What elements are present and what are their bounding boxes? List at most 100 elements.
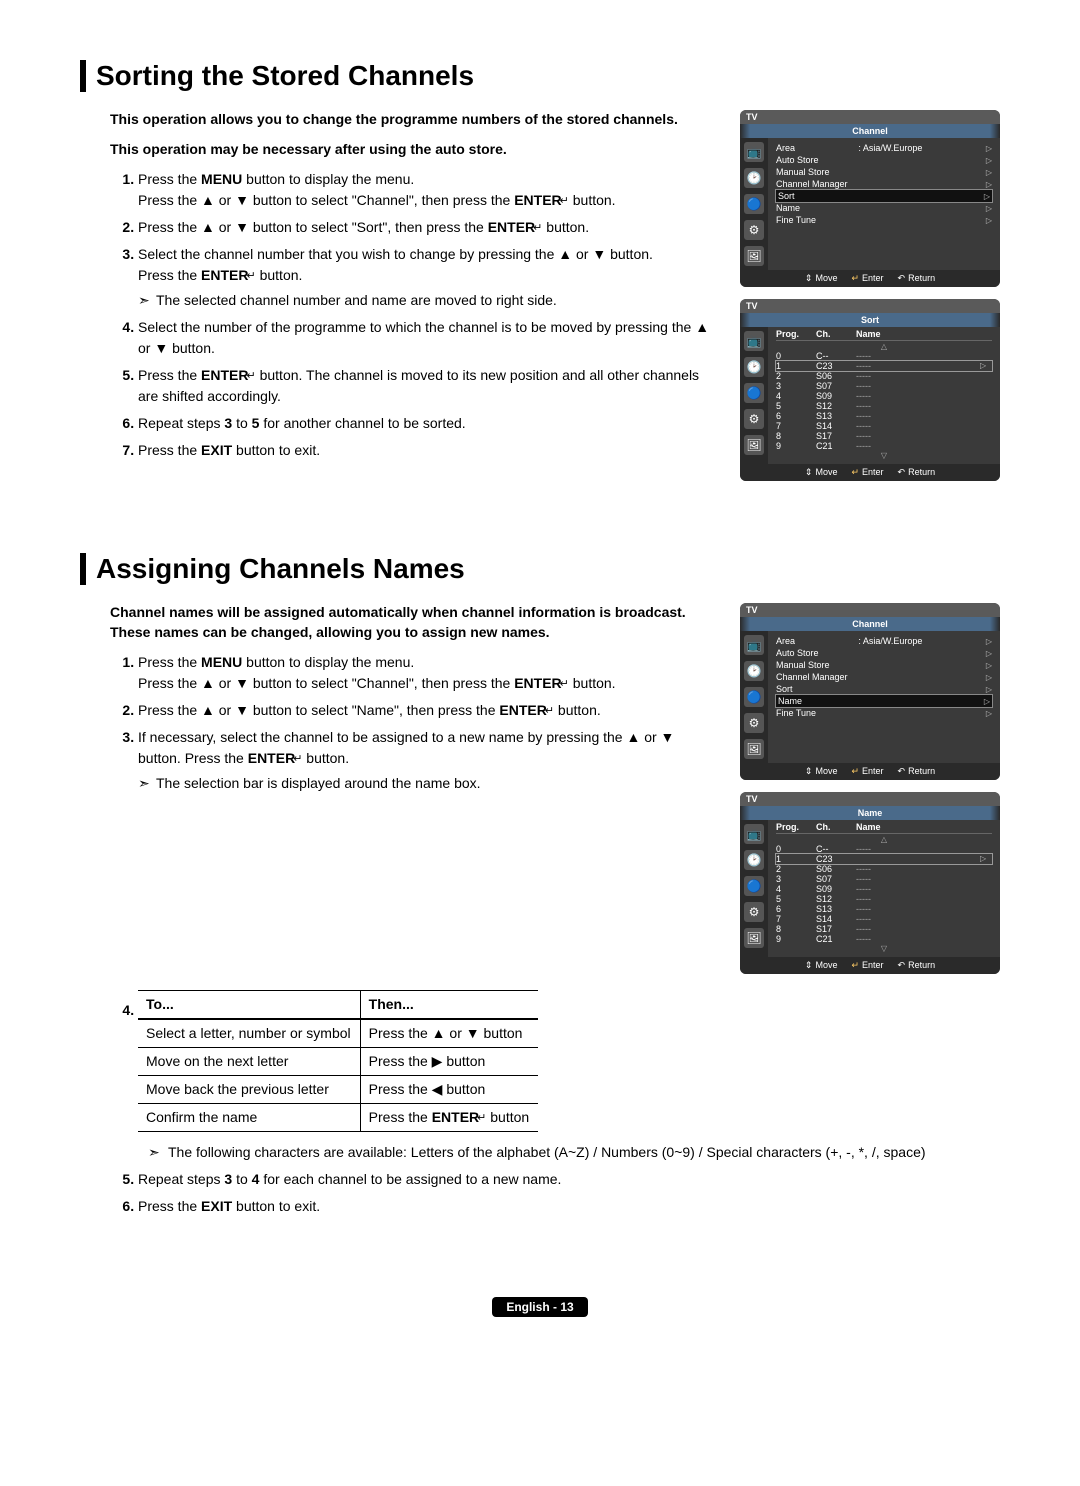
osd-tv-label: TV xyxy=(740,299,1000,313)
col-ch: Ch. xyxy=(816,329,852,339)
osd-tv-label: TV xyxy=(740,792,1000,806)
osd-enter: Enter xyxy=(851,467,883,478)
cell-to: Confirm the name xyxy=(138,1104,360,1132)
osd-tv-label: TV xyxy=(740,110,1000,124)
step: Press the MENU button to display the men… xyxy=(138,169,720,211)
col-name: Name xyxy=(856,329,976,339)
osd-menu-item: Sort▷ xyxy=(776,190,992,202)
col-ch: Ch. xyxy=(816,822,852,832)
osd-menu-item: Channel Manager▷ xyxy=(776,178,992,190)
osd-side-icon: ⚙ xyxy=(744,220,764,240)
osd-side-icon: 🖼 xyxy=(744,246,764,266)
sort-table: Prog. Ch. Name △ 0C-------1C23-----▷2S06… xyxy=(768,327,1000,464)
osd-menu-item: Auto Store▷ xyxy=(776,154,992,166)
channel-row: 8S17----- xyxy=(776,924,992,934)
section-naming: Assigning Channels Names Channel names w… xyxy=(80,553,1000,1217)
to-then-table: To... Then... Select a letter, number or… xyxy=(138,990,538,1132)
col-prog: Prog. xyxy=(776,329,812,339)
channel-row: 1C23-----▷ xyxy=(776,361,992,371)
osd-footer: Move Enter Return xyxy=(740,464,1000,481)
page-number: English - 13 xyxy=(492,1297,587,1317)
osd-move: Move xyxy=(805,467,838,478)
chars-note: The following characters are available: … xyxy=(138,1142,1000,1163)
sorting-intro1: This operation allows you to change the … xyxy=(110,110,720,130)
step: Press the ▲ or ▼ button to select "Sort"… xyxy=(138,217,720,238)
osd-side-icon: 🔵 xyxy=(744,194,764,214)
sorting-steps: Press the MENU button to display the men… xyxy=(110,169,720,461)
step: Select the number of the programme to wh… xyxy=(138,317,720,359)
name-table: Prog. Ch. Name △ 0C-------1C23▷2S06-----… xyxy=(768,820,1000,957)
osd-title-name: Name xyxy=(740,806,1000,820)
enter-icon: ↵ xyxy=(293,751,302,768)
sub-note: The selected channel number and name are… xyxy=(138,290,720,311)
channel-row: 0C------- xyxy=(776,351,992,361)
osd-side-icon: 🔵 xyxy=(744,687,764,707)
table-row: Move on the next letterPress the ▶ butto… xyxy=(138,1048,538,1076)
th-to: To... xyxy=(138,991,360,1020)
osd-side-icon: 🖼 xyxy=(744,739,764,759)
naming-steps-continued: Repeat steps 3 to 4 for each channel to … xyxy=(110,1169,1000,1217)
step: If necessary, select the channel to be a… xyxy=(138,727,720,794)
osd-side-icon: 🖼 xyxy=(744,435,764,455)
col-prog: Prog. xyxy=(776,822,812,832)
enter-icon: ↵ xyxy=(246,268,255,285)
osd-footer: Move Enter Return xyxy=(740,270,1000,287)
osd-side-icon: 🕑 xyxy=(744,168,764,188)
table-row: Move back the previous letterPress the ◀… xyxy=(138,1076,538,1104)
channel-row: 4S09----- xyxy=(776,391,992,401)
osd-menu-item: Auto Store▷ xyxy=(776,647,992,659)
sorting-osd-col: TV Channel 📺 🕑 🔵 ⚙ 🖼 Area: Asia/W.Europe▷Aut… xyxy=(740,110,1000,493)
naming-osd-col: TV Channel 📺🕑🔵⚙🖼 Area: Asia/W.Europe▷Aut… xyxy=(740,603,1000,986)
osd-channel-name: TV Channel 📺🕑🔵⚙🖼 Area: Asia/W.Europe▷Aut… xyxy=(740,603,1000,780)
th-then: Then... xyxy=(360,991,538,1020)
osd-side-icons: 📺🕑🔵⚙🖼 xyxy=(740,631,768,763)
sorting-text-col: This operation allows you to change the … xyxy=(80,110,720,493)
osd-menu-item: Name▷ xyxy=(776,695,992,707)
enter-icon: ↵ xyxy=(533,220,542,237)
osd-row-area: Area: Asia/W.Europe▷ xyxy=(776,142,992,154)
step: Press the EXIT button to exit. xyxy=(138,440,720,461)
channel-row: 1C23▷ xyxy=(776,854,992,864)
osd-return: Return xyxy=(898,467,936,478)
heading-naming: Assigning Channels Names xyxy=(80,553,1000,585)
osd-side-icon: 🔵 xyxy=(744,876,764,896)
channel-row: 6S13----- xyxy=(776,411,992,421)
channel-row: 8S17----- xyxy=(776,431,992,441)
osd-menu-item: Manual Store▷ xyxy=(776,166,992,178)
osd-menu-item: Sort▷ xyxy=(776,683,992,695)
osd-move: Move xyxy=(805,273,838,284)
osd-channel-sort: TV Channel 📺 🕑 🔵 ⚙ 🖼 Area: Asia/W.Europe▷Aut… xyxy=(740,110,1000,287)
channel-row: 6S13----- xyxy=(776,904,992,914)
enter-icon: ↵ xyxy=(545,703,554,720)
osd-side-icon: ⚙ xyxy=(744,713,764,733)
table-row: Select a letter, number or symbolPress t… xyxy=(138,1019,538,1048)
osd-side-icon: 📺 xyxy=(744,824,764,844)
down-arrow-icon: ▽ xyxy=(776,944,992,953)
channel-row: 9C21----- xyxy=(776,934,992,944)
osd-side-icon: 🕑 xyxy=(744,661,764,681)
channel-row: 5S12----- xyxy=(776,401,992,411)
channel-row: 5S12----- xyxy=(776,894,992,904)
channel-row: 2S06----- xyxy=(776,864,992,874)
osd-enter: Enter xyxy=(851,960,883,971)
cell-then: Press the ◀ button xyxy=(360,1076,538,1104)
osd-title-channel: Channel xyxy=(740,124,1000,138)
cell-then: Press the ▶ button xyxy=(360,1048,538,1076)
osd-tv-label: TV xyxy=(740,603,1000,617)
osd-title-sort: Sort xyxy=(740,313,1000,327)
osd-menu-list: Area: Asia/W.Europe▷Auto Store▷Manual St… xyxy=(768,631,1000,723)
osd-side-icons: 📺🕑🔵⚙🖼 xyxy=(740,820,768,957)
naming-step4: To... Then... Select a letter, number or… xyxy=(110,990,1000,1163)
channel-row: 0C------- xyxy=(776,844,992,854)
osd-side-icon: 🖼 xyxy=(744,928,764,948)
naming-intro: Channel names will be assigned automatic… xyxy=(110,603,720,642)
page-footer: English - 13 xyxy=(80,1297,1000,1317)
channel-row: 7S14----- xyxy=(776,914,992,924)
table-row: Confirm the namePress the ENTER↵ button xyxy=(138,1104,538,1132)
cell-to: Select a letter, number or symbol xyxy=(138,1019,360,1048)
osd-side-icon: 📺 xyxy=(744,142,764,162)
osd-title-channel: Channel xyxy=(740,617,1000,631)
osd-side-icon: ⚙ xyxy=(744,409,764,429)
channel-row: 2S06----- xyxy=(776,371,992,381)
osd-menu-item: Channel Manager▷ xyxy=(776,671,992,683)
